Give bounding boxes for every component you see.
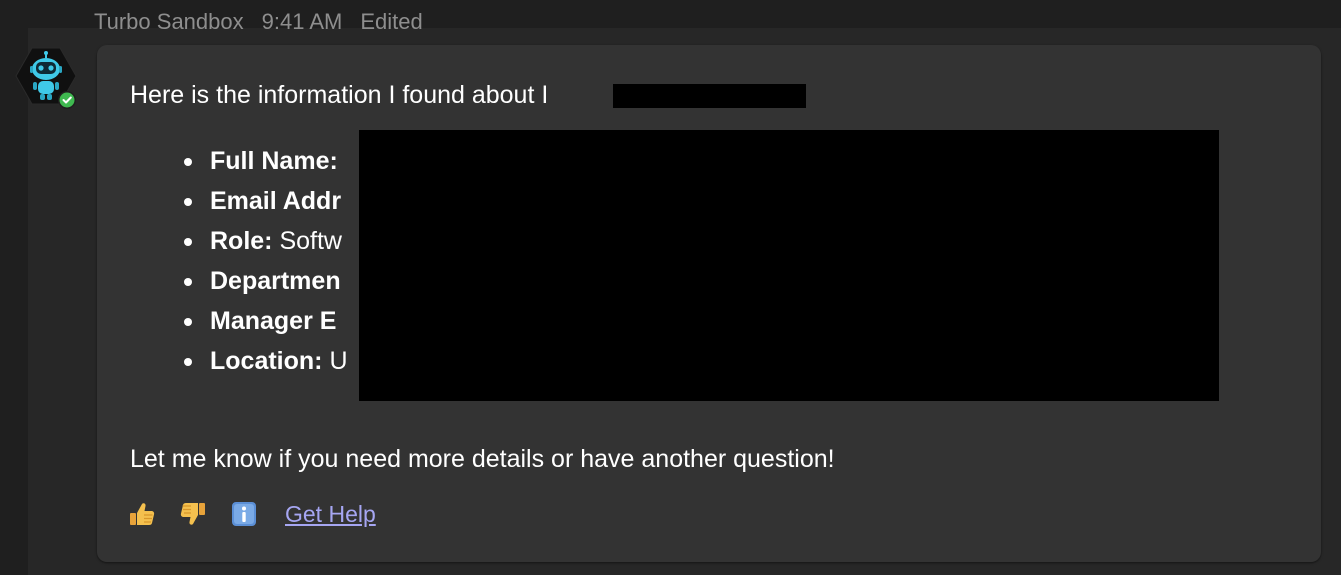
item-label: Manager E	[210, 307, 337, 335]
bullet	[184, 318, 192, 326]
redaction-name	[613, 84, 806, 108]
bullet	[184, 238, 192, 246]
thumbs-down-button[interactable]	[179, 500, 207, 528]
robot-icon	[15, 47, 77, 109]
list-item-manager: Manager E	[179, 301, 348, 341]
bullet	[184, 358, 192, 366]
list-item-email: Email Addr	[179, 181, 348, 221]
intro-text: Here is the information I found about I	[130, 81, 549, 109]
info-list: Full Name: Email Addr Role: Softw Depart…	[179, 141, 348, 381]
bullet	[184, 158, 192, 166]
list-item-department: Departmen	[179, 261, 348, 301]
list-item-location: Location: U	[179, 341, 348, 381]
message-outro: Let me know if you need more details or …	[130, 445, 835, 473]
info-button[interactable]	[230, 500, 258, 528]
redaction-block	[359, 130, 1219, 401]
bullet	[184, 198, 192, 206]
item-label: Role:	[210, 227, 273, 255]
check-badge-icon	[58, 91, 76, 109]
item-label: Email Addr	[210, 187, 342, 215]
item-value: U	[322, 347, 348, 375]
list-item-full-name: Full Name:	[179, 141, 348, 181]
bullet	[184, 278, 192, 286]
avatar[interactable]	[14, 47, 78, 109]
thumbs-up-icon	[130, 503, 155, 525]
message-actions: Get Help	[128, 499, 376, 529]
message-intro: Here is the information I found about Iy	[130, 81, 686, 110]
info-icon	[232, 502, 256, 526]
edited-label: Edited	[360, 9, 423, 34]
item-value: Softw	[272, 227, 342, 255]
message-bubble: Here is the information I found about Iy…	[97, 45, 1321, 562]
chat-page: Turbo Sandbox 9:41 AM Edited Here is the…	[0, 0, 1341, 575]
message-header: Turbo Sandbox 9:41 AM Edited	[94, 8, 423, 36]
item-label: Location:	[210, 347, 323, 375]
item-label: Departmen	[210, 267, 341, 295]
list-item-role: Role: Softw	[179, 221, 348, 261]
sender-name[interactable]: Turbo Sandbox	[94, 9, 244, 35]
get-help-link[interactable]: Get Help	[285, 501, 376, 528]
item-label: Full Name:	[210, 147, 338, 175]
thumbs-up-button[interactable]	[128, 500, 156, 528]
message-time: 9:41 AM	[261, 9, 343, 34]
thumbs-down-icon	[180, 503, 205, 525]
